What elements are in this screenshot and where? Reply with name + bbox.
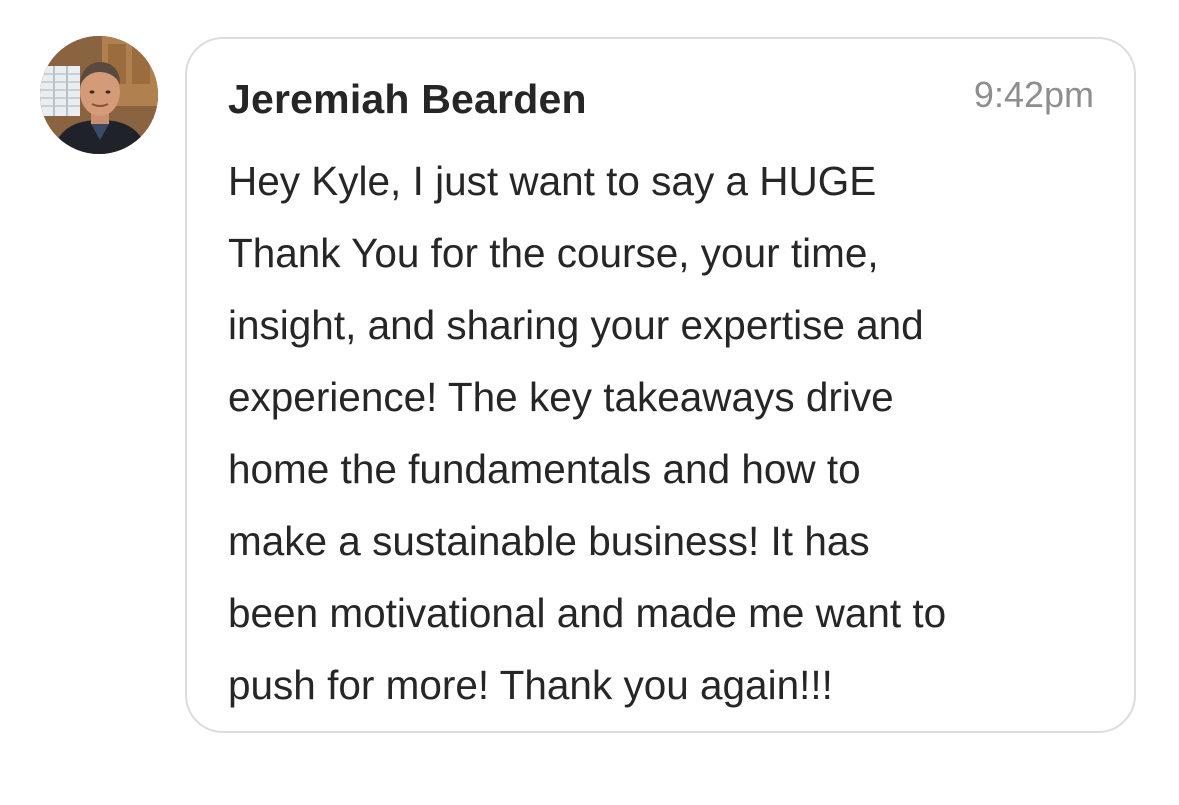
message-line: Thank You for the course, your time,: [228, 230, 879, 276]
sender-avatar[interactable]: [40, 36, 158, 154]
message-line: been motivational and made me want to: [228, 590, 947, 636]
message-line: insight, and sharing your expertise and: [228, 302, 924, 348]
message-text: Hey Kyle, I just want to say a HUGE Than…: [228, 145, 1108, 721]
message-line: Hey Kyle, I just want to say a HUGE: [228, 158, 877, 204]
message-timestamp: 9:42pm: [973, 74, 1094, 115]
message-bubble[interactable]: Jeremiah Bearden 9:42pm Hey Kyle, I just…: [185, 37, 1136, 733]
message-line: make a sustainable business! It has: [228, 518, 870, 564]
profile-photo-icon: [40, 36, 158, 154]
message-line: push for more! Thank you again!!!: [228, 662, 833, 708]
message-line: home the fundamentals and how to: [228, 446, 861, 492]
sender-name[interactable]: Jeremiah Bearden: [228, 75, 587, 123]
message-line: experience! The key takeaways drive: [228, 374, 894, 420]
